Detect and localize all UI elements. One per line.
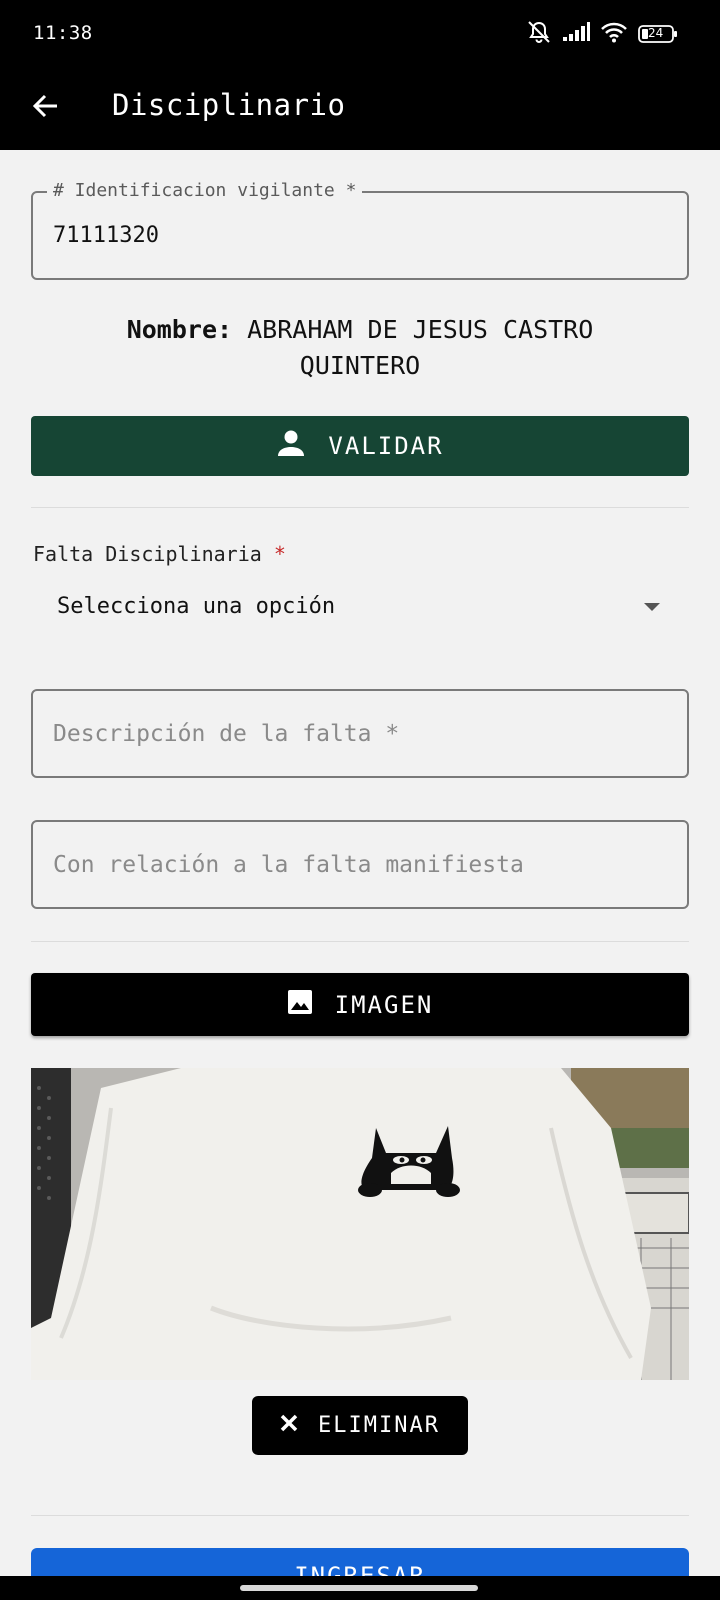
battery-icon: 24 (638, 24, 678, 44)
validar-button[interactable]: VALIDAR (31, 416, 689, 476)
nombre-text: Nombre: ABRAHAM DE JESUS CASTRO QUINTERO (60, 312, 660, 384)
divider (31, 941, 689, 942)
arrow-left-icon (32, 92, 60, 124)
divider (31, 1515, 689, 1516)
image-icon (287, 989, 313, 1021)
id-vigilante-label: # Identificacion vigilante * (47, 180, 363, 201)
signal-icon (562, 22, 590, 46)
home-handle[interactable] (240, 1585, 478, 1591)
descripcion-placeholder: Descripción de la falta * (53, 721, 400, 747)
battery-level: 24 (648, 26, 664, 40)
nombre-value: ABRAHAM DE JESUS CASTRO QUINTERO (247, 315, 594, 380)
relacion-placeholder: Con relación a la falta manifiesta (53, 852, 524, 878)
id-vigilante-value: 71111320 (53, 223, 159, 248)
eliminar-button[interactable]: ELIMINAR (252, 1396, 468, 1455)
required-mark: * (273, 542, 286, 566)
falta-label-text: Falta Disciplinaria (33, 542, 262, 566)
chevron-down-icon[interactable] (644, 603, 660, 611)
descripcion-field[interactable]: Descripción de la falta * (31, 689, 689, 778)
imagen-button[interactable]: IMAGEN (31, 973, 689, 1036)
validar-label: VALIDAR (328, 432, 444, 460)
id-vigilante-field[interactable]: # Identificacion vigilante * 71111320 (31, 180, 689, 280)
page-title: Disciplinario (112, 88, 346, 122)
person-icon (276, 428, 306, 464)
app-bar: Disciplinario (0, 66, 720, 150)
nombre-label: Nombre: (126, 315, 233, 344)
wifi-icon (600, 21, 628, 47)
uploaded-photo (31, 1068, 689, 1380)
system-nav-bar (0, 1576, 720, 1600)
relacion-field[interactable]: Con relación a la falta manifiesta (31, 820, 689, 909)
bell-off-icon (526, 20, 552, 48)
status-time: 11:38 (33, 22, 93, 44)
eliminar-label: ELIMINAR (318, 1413, 440, 1438)
back-button[interactable] (24, 86, 68, 130)
falta-select[interactable]: Selecciona una opción (57, 594, 335, 619)
divider (31, 507, 689, 508)
status-icons: 24 (526, 20, 678, 48)
falta-select-label: Falta Disciplinaria * (33, 542, 286, 566)
status-bar: 11:38 24 (0, 0, 720, 66)
close-icon (280, 1413, 298, 1438)
imagen-label: IMAGEN (334, 990, 434, 1019)
